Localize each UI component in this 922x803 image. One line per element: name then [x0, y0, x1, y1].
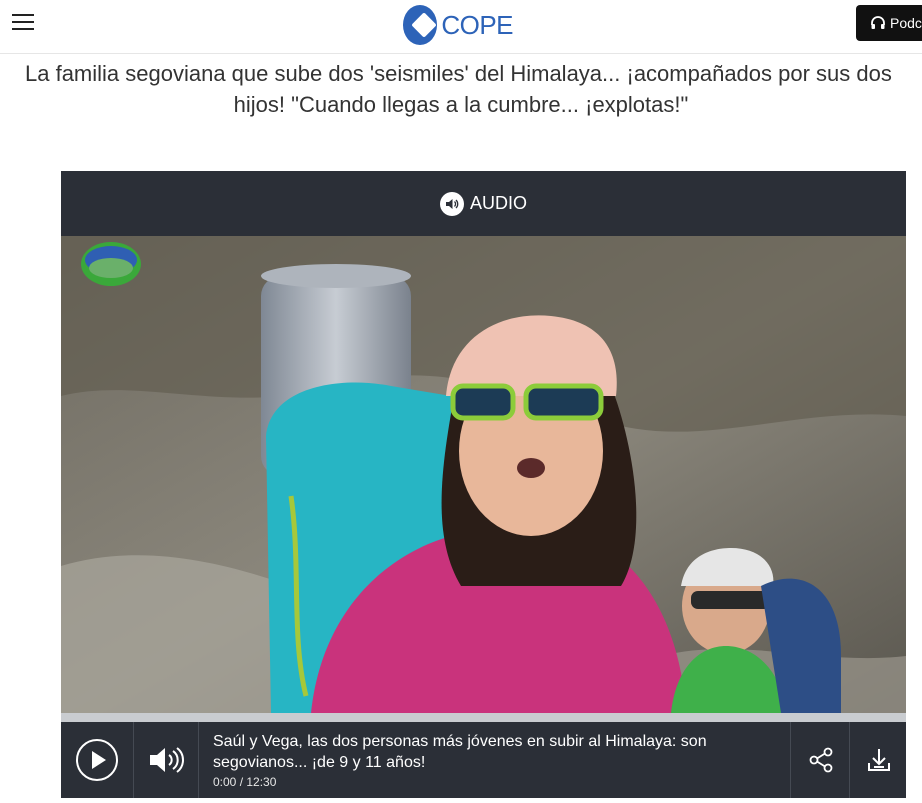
player-controls: Saúl y Vega, las dos personas más jóvene… — [61, 722, 906, 798]
player-label: AUDIO — [469, 193, 527, 213]
podcast-label: Podc — [890, 15, 922, 31]
player-header: AUDIO — [61, 171, 906, 236]
episode-photo-illustration — [61, 236, 906, 713]
volume-button[interactable] — [134, 722, 199, 798]
cope-logo-mark — [403, 5, 438, 45]
share-icon — [809, 747, 832, 773]
volume-icon — [150, 747, 184, 773]
play-button[interactable] — [61, 722, 134, 798]
audio-player: AUDIO Saúl y Vega, las dos personas más … — [61, 171, 906, 798]
top-bar: COPE Podc — [0, 0, 922, 54]
watermark-logo — [81, 242, 141, 286]
cope-logo-text: COPE — [441, 9, 513, 40]
speaker-icon — [439, 191, 464, 216]
hamburger-menu-icon[interactable] — [12, 14, 34, 32]
episode-time: 0:00 / 12:30 — [213, 775, 277, 789]
cope-logo[interactable]: COPE — [403, 2, 513, 48]
play-icon — [76, 739, 118, 781]
download-icon — [867, 749, 890, 771]
progress-bar[interactable] — [61, 713, 906, 722]
headline-line-1: La familia segoviana que sube dos 'seism… — [25, 61, 892, 86]
share-button[interactable] — [790, 722, 850, 798]
episode-info: Saúl y Vega, las dos personas más jóvene… — [213, 731, 773, 789]
headline-line-2: hijos! "Cuando llegas a la cumbre... ¡ex… — [233, 92, 689, 117]
article-headline: La familia segoviana que sube dos 'seism… — [0, 58, 922, 120]
headphones-icon — [871, 16, 885, 29]
episode-title: Saúl y Vega, las dos personas más jóvene… — [213, 733, 707, 771]
download-button[interactable] — [849, 722, 907, 798]
episode-photo — [61, 236, 906, 713]
podcast-button[interactable]: Podc — [856, 5, 922, 41]
